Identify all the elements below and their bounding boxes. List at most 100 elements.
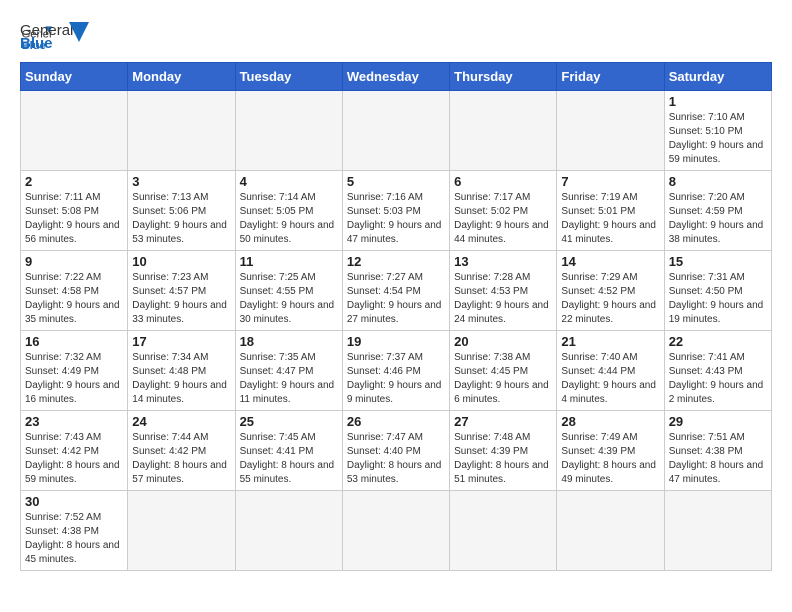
day-number: 20 (454, 334, 552, 349)
day-number: 6 (454, 174, 552, 189)
calendar-table: SundayMondayTuesdayWednesdayThursdayFrid… (20, 62, 772, 571)
cell-info: Sunrise: 7:27 AM Sunset: 4:54 PM Dayligh… (347, 271, 445, 327)
calendar-cell: 29 Sunrise: 7:51 AM Sunset: 4:38 PM Dayli… (664, 411, 771, 491)
cell-info: Sunrise: 7:52 AM Sunset: 4:38 PM Dayligh… (25, 511, 123, 567)
day-number: 30 (25, 494, 123, 509)
calendar-cell: 7 Sunrise: 7:19 AM Sunset: 5:01 PM Daylig… (557, 171, 664, 251)
day-number: 10 (132, 254, 230, 269)
calendar-cell: 10Sunrise: 7:23 AM Sunset: 4:57 PM Dayli… (128, 251, 235, 331)
cell-info: Sunrise: 7:41 AM Sunset: 4:43 PM Dayligh… (669, 351, 767, 407)
calendar-cell: 21 Sunrise: 7:40 AM Sunset: 4:44 PM Dayli… (557, 331, 664, 411)
day-number: 23 (25, 414, 123, 429)
calendar-cell (128, 491, 235, 571)
calendar-cell: 19 Sunrise: 7:37 AM Sunset: 4:46 PM Dayli… (342, 331, 449, 411)
calendar-cell (450, 491, 557, 571)
day-number: 3 (132, 174, 230, 189)
calendar-cell (21, 91, 128, 171)
calendar-cell: 26 Sunrise: 7:47 AM Sunset: 4:40 PM Dayli… (342, 411, 449, 491)
day-number: 11 (240, 254, 338, 269)
cell-info: Sunrise: 7:31 AM Sunset: 4:50 PM Dayligh… (669, 271, 767, 327)
day-number: 12 (347, 254, 445, 269)
calendar-cell: 8 Sunrise: 7:20 AM Sunset: 4:59 PM Daylig… (664, 171, 771, 251)
calendar-cell: 30 Sunrise: 7:52 AM Sunset: 4:38 PM Dayli… (21, 491, 128, 571)
cell-info: Sunrise: 7:10 AM Sunset: 5:10 PM Dayligh… (669, 111, 767, 167)
day-number: 26 (347, 414, 445, 429)
calendar-cell (128, 91, 235, 171)
calendar-week-row: 16 Sunrise: 7:32 AM Sunset: 4:49 PM Dayli… (21, 331, 772, 411)
column-header-tuesday: Tuesday (235, 63, 342, 91)
day-number: 4 (240, 174, 338, 189)
day-number: 8 (669, 174, 767, 189)
calendar-cell (235, 491, 342, 571)
day-number: 5 (347, 174, 445, 189)
calendar-cell: 20Sunrise: 7:38 AM Sunset: 4:45 PM Dayli… (450, 331, 557, 411)
cell-info: Sunrise: 7:32 AM Sunset: 4:49 PM Dayligh… (25, 351, 123, 407)
cell-info: Sunrise: 7:29 AM Sunset: 4:52 PM Dayligh… (561, 271, 659, 327)
logo: General Blue General Blue (20, 20, 89, 52)
day-number: 28 (561, 414, 659, 429)
calendar-week-row: 1 Sunrise: 7:10 AM Sunset: 5:10 PM Daylig… (21, 91, 772, 171)
cell-info: Sunrise: 7:51 AM Sunset: 4:38 PM Dayligh… (669, 431, 767, 487)
logo-blue-text: Blue (20, 35, 73, 52)
column-header-wednesday: Wednesday (342, 63, 449, 91)
column-header-sunday: Sunday (21, 63, 128, 91)
calendar-cell: 22 Sunrise: 7:41 AM Sunset: 4:43 PM Dayli… (664, 331, 771, 411)
day-number: 18 (240, 334, 338, 349)
day-number: 16 (25, 334, 123, 349)
calendar-cell (557, 91, 664, 171)
day-number: 17 (132, 334, 230, 349)
day-number: 9 (25, 254, 123, 269)
day-number: 21 (561, 334, 659, 349)
cell-info: Sunrise: 7:45 AM Sunset: 4:41 PM Dayligh… (240, 431, 338, 487)
day-number: 15 (669, 254, 767, 269)
calendar-cell: 11 Sunrise: 7:25 AM Sunset: 4:55 PM Dayli… (235, 251, 342, 331)
calendar-cell (557, 491, 664, 571)
calendar-cell: 13Sunrise: 7:28 AM Sunset: 4:53 PM Dayli… (450, 251, 557, 331)
day-number: 2 (25, 174, 123, 189)
day-number: 7 (561, 174, 659, 189)
cell-info: Sunrise: 7:43 AM Sunset: 4:42 PM Dayligh… (25, 431, 123, 487)
cell-info: Sunrise: 7:28 AM Sunset: 4:53 PM Dayligh… (454, 271, 552, 327)
calendar-week-row: 9Sunrise: 7:22 AM Sunset: 4:58 PM Daylig… (21, 251, 772, 331)
calendar-cell: 28 Sunrise: 7:49 AM Sunset: 4:39 PM Dayli… (557, 411, 664, 491)
cell-info: Sunrise: 7:16 AM Sunset: 5:03 PM Dayligh… (347, 191, 445, 247)
day-number: 22 (669, 334, 767, 349)
page-header: General Blue General Blue (20, 20, 772, 52)
cell-info: Sunrise: 7:37 AM Sunset: 4:46 PM Dayligh… (347, 351, 445, 407)
cell-info: Sunrise: 7:25 AM Sunset: 4:55 PM Dayligh… (240, 271, 338, 327)
calendar-header-row: SundayMondayTuesdayWednesdayThursdayFrid… (21, 63, 772, 91)
calendar-cell: 9Sunrise: 7:22 AM Sunset: 4:58 PM Daylig… (21, 251, 128, 331)
calendar-cell: 18 Sunrise: 7:35 AM Sunset: 4:47 PM Dayli… (235, 331, 342, 411)
cell-info: Sunrise: 7:35 AM Sunset: 4:47 PM Dayligh… (240, 351, 338, 407)
day-number: 19 (347, 334, 445, 349)
cell-info: Sunrise: 7:20 AM Sunset: 4:59 PM Dayligh… (669, 191, 767, 247)
column-header-saturday: Saturday (664, 63, 771, 91)
calendar-cell: 16 Sunrise: 7:32 AM Sunset: 4:49 PM Dayli… (21, 331, 128, 411)
column-header-thursday: Thursday (450, 63, 557, 91)
day-number: 25 (240, 414, 338, 429)
calendar-cell (664, 491, 771, 571)
calendar-week-row: 2 Sunrise: 7:11 AM Sunset: 5:08 PM Daylig… (21, 171, 772, 251)
calendar-cell (450, 91, 557, 171)
calendar-cell: 23 Sunrise: 7:43 AM Sunset: 4:42 PM Dayli… (21, 411, 128, 491)
cell-info: Sunrise: 7:47 AM Sunset: 4:40 PM Dayligh… (347, 431, 445, 487)
cell-info: Sunrise: 7:48 AM Sunset: 4:39 PM Dayligh… (454, 431, 552, 487)
day-number: 14 (561, 254, 659, 269)
calendar-cell: 3Sunrise: 7:13 AM Sunset: 5:06 PM Daylig… (128, 171, 235, 251)
cell-info: Sunrise: 7:40 AM Sunset: 4:44 PM Dayligh… (561, 351, 659, 407)
calendar-week-row: 23 Sunrise: 7:43 AM Sunset: 4:42 PM Dayli… (21, 411, 772, 491)
cell-info: Sunrise: 7:19 AM Sunset: 5:01 PM Dayligh… (561, 191, 659, 247)
day-number: 1 (669, 94, 767, 109)
calendar-cell: 1 Sunrise: 7:10 AM Sunset: 5:10 PM Daylig… (664, 91, 771, 171)
logo-triangle-icon (69, 22, 89, 42)
cell-info: Sunrise: 7:49 AM Sunset: 4:39 PM Dayligh… (561, 431, 659, 487)
cell-info: Sunrise: 7:17 AM Sunset: 5:02 PM Dayligh… (454, 191, 552, 247)
column-header-friday: Friday (557, 63, 664, 91)
calendar-cell: 25 Sunrise: 7:45 AM Sunset: 4:41 PM Dayli… (235, 411, 342, 491)
cell-info: Sunrise: 7:14 AM Sunset: 5:05 PM Dayligh… (240, 191, 338, 247)
calendar-cell: 24Sunrise: 7:44 AM Sunset: 4:42 PM Dayli… (128, 411, 235, 491)
day-number: 29 (669, 414, 767, 429)
cell-info: Sunrise: 7:11 AM Sunset: 5:08 PM Dayligh… (25, 191, 123, 247)
cell-info: Sunrise: 7:44 AM Sunset: 4:42 PM Dayligh… (132, 431, 230, 487)
calendar-cell: 2 Sunrise: 7:11 AM Sunset: 5:08 PM Daylig… (21, 171, 128, 251)
